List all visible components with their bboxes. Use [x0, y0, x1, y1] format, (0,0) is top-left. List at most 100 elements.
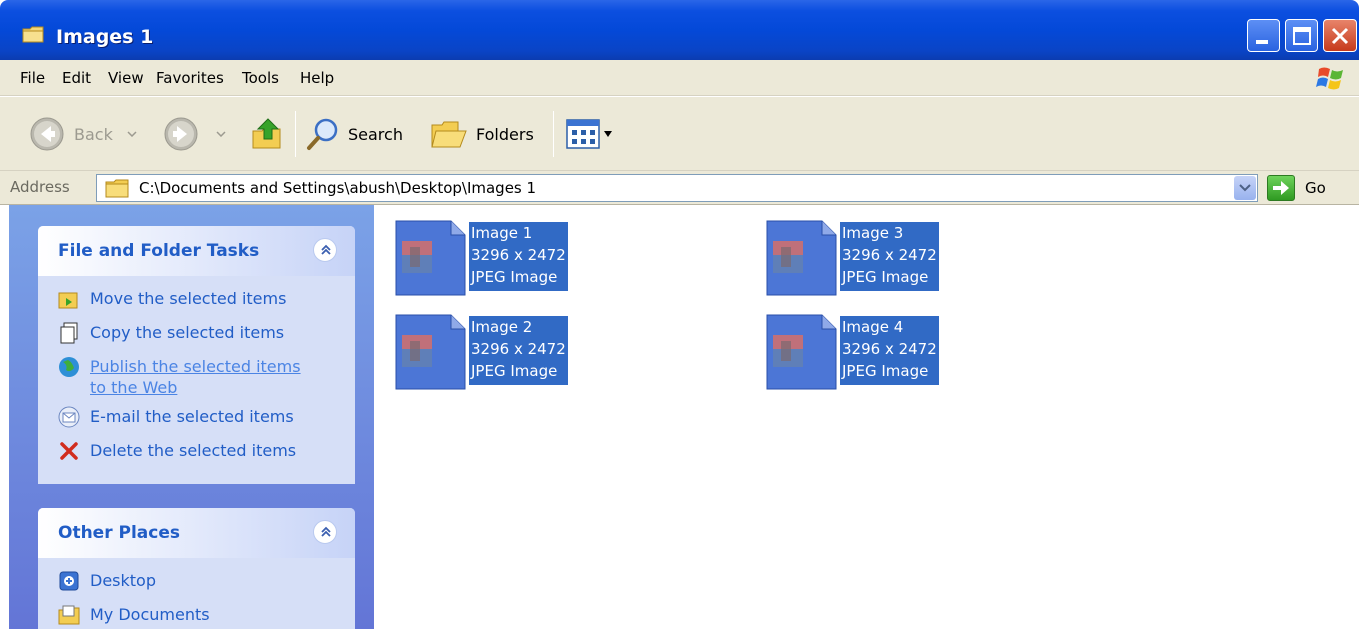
place-label: Desktop	[90, 571, 156, 590]
toolbar: Back Search Folders	[0, 97, 1359, 171]
file-type: JPEG Image	[471, 362, 558, 380]
file-type: JPEG Image	[842, 268, 929, 286]
menu-edit[interactable]: Edit	[62, 69, 91, 87]
collapse-button[interactable]	[313, 238, 337, 262]
go-arrow-icon	[1267, 175, 1295, 201]
file-info: Image 2 3296 x 2472 JPEG Image	[469, 316, 568, 385]
toolbar-separator	[295, 111, 296, 157]
task-label: Publish the selected items to the Web	[90, 357, 301, 397]
file-type: JPEG Image	[471, 268, 558, 286]
file-dimensions: 3296 x 2472	[471, 340, 566, 358]
task-label: Delete the selected items	[90, 441, 297, 460]
menu-file[interactable]: File	[20, 69, 45, 87]
views-button[interactable]	[566, 97, 612, 171]
file-name: Image 2	[471, 318, 533, 336]
file-item[interactable]: Image 4 3296 x 2472 JPEG Image	[764, 313, 939, 391]
folder-icon	[105, 179, 129, 198]
jpeg-file-icon	[393, 219, 467, 297]
task-move[interactable]: Move the selected items	[58, 288, 286, 310]
search-label: Search	[348, 124, 403, 144]
file-info: Image 3 3296 x 2472 JPEG Image	[840, 222, 939, 291]
search-button[interactable]: Search	[306, 97, 403, 171]
task-delete[interactable]: Delete the selected items	[58, 440, 296, 462]
address-path: C:\Documents and Settings\abush\Desktop\…	[139, 179, 537, 197]
panel-title: Other Places	[58, 523, 180, 543]
windows-logo-icon	[1316, 67, 1343, 90]
globe-icon	[59, 357, 79, 377]
folders-button[interactable]: Folders	[430, 97, 534, 171]
folders-icon	[431, 121, 467, 148]
forward-arrow-icon	[164, 117, 198, 151]
back-arrow-icon	[30, 117, 64, 151]
task-label: Copy the selected items	[90, 323, 285, 342]
maximize-icon	[1293, 27, 1311, 45]
up-folder-button[interactable]	[250, 97, 284, 171]
place-my-documents[interactable]: My Documents	[58, 604, 210, 626]
task-label: E-mail the selected items	[90, 407, 294, 426]
menu-help[interactable]: Help	[300, 69, 334, 87]
panel-title: File and Folder Tasks	[58, 241, 260, 261]
task-pane: File and Folder Tasks Move the selected …	[9, 205, 374, 629]
menu-view[interactable]: View	[108, 69, 144, 87]
go-label: Go	[1305, 179, 1326, 197]
menu-favorites[interactable]: Favorites	[156, 69, 224, 87]
file-folder-tasks-panel: File and Folder Tasks Move the selected …	[38, 226, 355, 484]
menu-bar: File Edit View Favorites Tools Help	[0, 60, 1359, 96]
chevron-up-icon	[321, 526, 331, 537]
menu-tools[interactable]: Tools	[242, 69, 279, 87]
desktop-icon	[59, 571, 79, 591]
copy-icon	[60, 322, 78, 344]
forward-button[interactable]	[164, 97, 226, 171]
file-name: Image 3	[842, 224, 904, 242]
address-field[interactable]: C:\Documents and Settings\abush\Desktop\…	[96, 174, 1258, 202]
jpeg-file-icon	[764, 219, 838, 297]
folders-label: Folders	[476, 124, 534, 144]
file-item[interactable]: Image 2 3296 x 2472 JPEG Image	[393, 313, 568, 391]
title-bar[interactable]: Images 1	[0, 0, 1359, 60]
file-type: JPEG Image	[842, 362, 929, 380]
folder-icon	[22, 26, 44, 43]
task-copy[interactable]: Copy the selected items	[58, 322, 284, 344]
delete-icon	[60, 442, 78, 460]
go-button[interactable]: Go	[1267, 174, 1326, 202]
close-icon	[1331, 27, 1349, 45]
views-icon	[566, 119, 600, 149]
chevron-up-icon	[321, 244, 331, 255]
jpeg-file-icon	[764, 313, 838, 391]
place-desktop[interactable]: Desktop	[58, 570, 156, 592]
close-button[interactable]	[1323, 19, 1357, 52]
file-name: Image 1	[471, 224, 533, 242]
task-publish-web[interactable]: Publish the selected items to the Web	[58, 356, 301, 398]
chevron-down-icon	[127, 131, 137, 137]
address-bar: Address C:\Documents and Settings\abush\…	[0, 171, 1359, 205]
window-title: Images 1	[56, 26, 154, 48]
panel-header[interactable]: Other Places	[38, 508, 355, 558]
file-info: Image 1 3296 x 2472 JPEG Image	[469, 222, 568, 291]
email-icon	[58, 406, 80, 428]
minimize-button[interactable]	[1247, 19, 1280, 52]
chevron-down-icon	[1239, 184, 1251, 192]
other-places-panel: Other Places Desktop My Documents	[38, 508, 355, 629]
file-dimensions: 3296 x 2472	[842, 246, 937, 264]
address-dropdown-button[interactable]	[1234, 176, 1256, 200]
move-icon	[58, 292, 78, 309]
file-item[interactable]: Image 1 3296 x 2472 JPEG Image	[393, 219, 568, 297]
place-label: My Documents	[90, 605, 210, 624]
chevron-down-icon	[604, 131, 612, 137]
collapse-button[interactable]	[313, 520, 337, 544]
task-label: Move the selected items	[90, 289, 287, 308]
file-dimensions: 3296 x 2472	[842, 340, 937, 358]
task-email[interactable]: E-mail the selected items	[58, 406, 294, 428]
file-info: Image 4 3296 x 2472 JPEG Image	[840, 316, 939, 385]
back-label: Back	[74, 124, 113, 144]
my-documents-icon	[58, 605, 80, 625]
panel-header[interactable]: File and Folder Tasks	[38, 226, 355, 276]
toolbar-separator	[553, 111, 554, 157]
maximize-button[interactable]	[1285, 19, 1318, 52]
jpeg-file-icon	[393, 313, 467, 391]
minimize-icon	[1256, 40, 1268, 44]
back-button[interactable]: Back	[30, 97, 137, 171]
file-name: Image 4	[842, 318, 904, 336]
up-folder-icon	[252, 118, 281, 149]
file-item[interactable]: Image 3 3296 x 2472 JPEG Image	[764, 219, 939, 297]
